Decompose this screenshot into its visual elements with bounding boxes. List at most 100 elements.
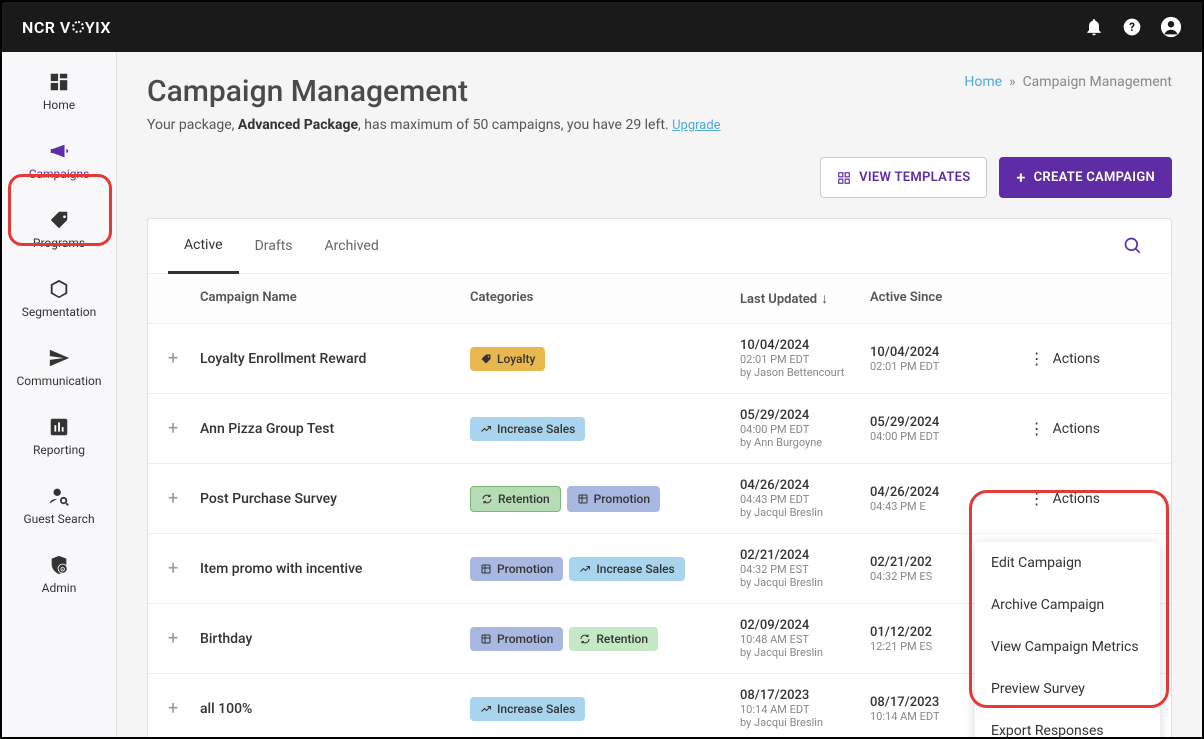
promo-icon [577, 493, 589, 505]
last-updated-cell: 10/04/2024 02:01 PM EDT by Jason Bettenc… [740, 338, 870, 379]
category-cell: Increase Sales [470, 417, 740, 441]
category-badge: Promotion [470, 627, 563, 651]
dropdown-export-responses[interactable]: Export Responses [975, 710, 1160, 737]
sidebar-item-label: Home [43, 98, 75, 112]
tab-archived[interactable]: Archived [309, 220, 395, 272]
more-vert-icon: ⋮ [1029, 489, 1045, 508]
sidebar-item-label: Guest Search [23, 512, 94, 526]
campaign-name: Item promo with incentive [200, 561, 470, 577]
sidebar-item-label: Communication [17, 374, 102, 388]
sidebar-item-label: Reporting [33, 443, 85, 457]
expand-icon[interactable]: + [168, 348, 178, 369]
expand-icon[interactable]: + [168, 488, 178, 509]
actions-button[interactable]: ⋮ Actions [1029, 419, 1100, 438]
package-subtitle: Your package, Advanced Package, has maxi… [147, 117, 1172, 133]
breadcrumb-home[interactable]: Home [964, 74, 1002, 90]
brand-logo: NCR VYIX [22, 18, 111, 37]
main-content: Campaign Management Home » Campaign Mana… [117, 52, 1202, 737]
category-cell: PromotionIncrease Sales [470, 557, 740, 581]
sidebar-item-campaigns[interactable]: Campaigns [2, 126, 116, 195]
topbar-icons: ? [1084, 16, 1182, 38]
table-row: + Ann Pizza Group Test Increase Sales 05… [148, 394, 1171, 464]
expand-icon[interactable]: + [168, 698, 178, 719]
campaign-name: Birthday [200, 631, 470, 647]
shield-icon: ⚙ [48, 554, 70, 576]
category-badge: Increase Sales [470, 697, 585, 721]
upgrade-link[interactable]: Upgrade [672, 118, 720, 133]
category-badge: Retention [569, 627, 658, 651]
active-since-cell: 05/29/2024 04:00 PM EDT [870, 415, 1000, 443]
th-name[interactable]: Campaign Name [200, 290, 470, 307]
sidebar: Home Campaigns Programs Segmentation Com… [2, 52, 117, 737]
trend-icon [480, 423, 492, 435]
category-cell: RetentionPromotion [470, 486, 740, 512]
campaign-name: Post Purchase Survey [200, 491, 470, 507]
trend-icon [579, 563, 591, 575]
last-updated-cell: 04/26/2024 04:43 PM EDT by Jacqui Bresli… [740, 478, 870, 519]
bell-icon[interactable] [1084, 17, 1104, 37]
sidebar-item-admin[interactable]: ⚙ Admin [2, 540, 116, 609]
category-badge: Increase Sales [569, 557, 684, 581]
expand-icon[interactable]: + [168, 628, 178, 649]
sidebar-item-segmentation[interactable]: Segmentation [2, 264, 116, 333]
expand-icon[interactable]: + [168, 558, 178, 579]
active-since-cell: 10/04/2024 02:01 PM EDT [870, 345, 1000, 373]
actions-button[interactable]: ⋮ Actions [1029, 489, 1100, 508]
last-updated-cell: 02/09/2024 10:48 AM EST by Jacqui Bresli… [740, 618, 870, 659]
create-campaign-button[interactable]: + CREATE CAMPAIGN [999, 157, 1172, 198]
cycle-icon [579, 633, 591, 645]
dropdown-edit-campaign[interactable]: Edit Campaign [975, 542, 1160, 584]
dropdown-view-metrics[interactable]: View Campaign Metrics [975, 626, 1160, 668]
promo-icon [480, 633, 492, 645]
more-vert-icon: ⋮ [1029, 419, 1045, 438]
category-badge: Promotion [470, 557, 563, 581]
chart-icon [48, 416, 70, 438]
breadcrumb: Home » Campaign Management [964, 74, 1172, 90]
actions-button[interactable]: ⋮ Actions [1029, 349, 1100, 368]
category-cell: Increase Sales [470, 697, 740, 721]
view-templates-button[interactable]: VIEW TEMPLATES [820, 157, 987, 198]
sidebar-item-label: Programs [33, 236, 85, 250]
th-categories[interactable]: Categories [470, 290, 740, 307]
tab-active[interactable]: Active [168, 219, 239, 274]
more-vert-icon: ⋮ [1029, 349, 1045, 368]
home-icon [48, 71, 70, 93]
sidebar-item-label: Segmentation [22, 305, 97, 319]
search-icon[interactable] [1115, 228, 1151, 264]
campaign-name: Loyalty Enrollment Reward [200, 351, 470, 367]
table-row: + Post Purchase Survey RetentionPromotio… [148, 464, 1171, 534]
expand-icon[interactable]: + [168, 418, 178, 439]
actions-dropdown: Edit Campaign Archive Campaign View Camp… [975, 542, 1160, 737]
sidebar-item-home[interactable]: Home [2, 57, 116, 126]
tag-icon [480, 353, 492, 365]
svg-text:⚙: ⚙ [60, 565, 66, 573]
th-last-updated[interactable]: Last Updated↓ [740, 290, 870, 307]
account-icon[interactable] [1160, 16, 1182, 38]
plus-icon: + [1016, 168, 1025, 187]
tab-drafts[interactable]: Drafts [239, 220, 309, 272]
sidebar-item-reporting[interactable]: Reporting [2, 402, 116, 471]
campaign-name: Ann Pizza Group Test [200, 421, 470, 437]
help-icon[interactable]: ? [1122, 17, 1142, 37]
send-icon [48, 347, 70, 369]
sidebar-item-guest-search[interactable]: Guest Search [2, 471, 116, 540]
cycle-icon [481, 493, 493, 505]
promo-icon [480, 563, 492, 575]
category-cell: Loyalty [470, 347, 740, 371]
th-active-since[interactable]: Active Since [870, 290, 1000, 307]
svg-text:?: ? [1129, 20, 1135, 34]
breadcrumb-current: Campaign Management [1023, 74, 1172, 90]
category-badge: Loyalty [470, 347, 545, 371]
sidebar-item-label: Admin [42, 581, 77, 595]
last-updated-cell: 02/21/2024 04:32 PM EST by Jacqui Bresli… [740, 548, 870, 589]
dropdown-archive-campaign[interactable]: Archive Campaign [975, 584, 1160, 626]
cube-icon [48, 278, 70, 300]
sort-arrow-down-icon: ↓ [821, 291, 828, 307]
sidebar-item-communication[interactable]: Communication [2, 333, 116, 402]
campaign-name: all 100% [200, 701, 470, 717]
table-row: + Loyalty Enrollment Reward Loyalty 10/0… [148, 324, 1171, 394]
sidebar-item-programs[interactable]: Programs [2, 195, 116, 264]
category-badge: Increase Sales [470, 417, 585, 441]
last-updated-cell: 08/17/2023 10:14 AM EDT by Jacqui Bresli… [740, 688, 870, 729]
dropdown-preview-survey[interactable]: Preview Survey [975, 668, 1160, 710]
